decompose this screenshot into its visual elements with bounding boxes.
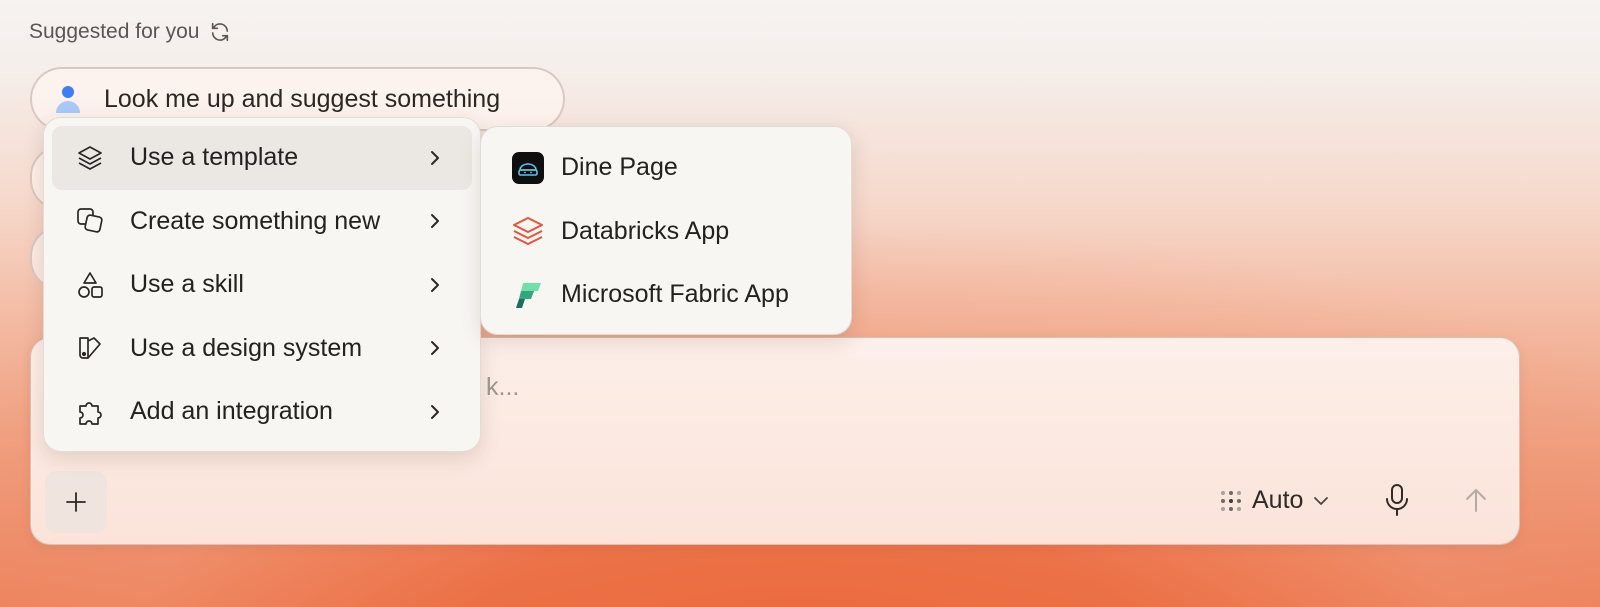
template-item-databricks[interactable]: Databricks App: [481, 200, 851, 264]
template-item-label: Dine Page: [561, 153, 678, 182]
chevron-right-icon: [431, 277, 439, 292]
chevron-right-icon: [431, 341, 439, 356]
shapes-icon: [78, 271, 103, 298]
menu-item-label: Add an integration: [130, 397, 333, 426]
chevron-right-icon: [431, 404, 439, 419]
arrow-up-icon[interactable]: [1460, 484, 1492, 516]
dine-page-logo-icon: [512, 151, 544, 184]
menu-item-design-system[interactable]: Use a design system: [52, 317, 472, 381]
add-menu: Use a template Create something new Use …: [43, 117, 481, 452]
suggestions-heading-label: Suggested for you: [29, 20, 200, 43]
prompt-placeholder: k...: [486, 373, 520, 401]
chevron-right-icon: [431, 150, 439, 165]
menu-item-add-integration[interactable]: Add an integration: [52, 380, 472, 444]
template-item-label: Databricks App: [561, 216, 730, 245]
menu-item-label: Use a skill: [130, 270, 244, 299]
suggestions-heading: Suggested for you: [29, 20, 231, 44]
model-selector[interactable]: Auto: [1220, 486, 1329, 515]
menu-item-use-skill[interactable]: Use a skill: [52, 253, 472, 317]
user-avatar-icon: [56, 86, 80, 113]
copy-squares-icon: [77, 208, 103, 233]
refresh-icon[interactable]: [209, 21, 231, 43]
suggestion-chip-label: Look me up and suggest something: [104, 84, 501, 113]
template-item-label: Microsoft Fabric App: [561, 280, 789, 309]
layers-icon: [78, 145, 102, 170]
menu-item-use-template[interactable]: Use a template: [52, 126, 472, 190]
plus-icon: [66, 492, 86, 512]
menu-item-label: Use a design system: [130, 333, 363, 362]
menu-item-label: Create something new: [130, 206, 381, 235]
add-button[interactable]: [45, 471, 107, 533]
puzzle-icon: [79, 401, 102, 425]
template-item-microsoft-fabric[interactable]: Microsoft Fabric App: [481, 263, 851, 327]
chevron-down-icon: [1314, 496, 1329, 505]
menu-item-create-new[interactable]: Create something new: [52, 190, 472, 254]
chevron-right-icon: [431, 214, 439, 229]
databricks-logo-icon: [513, 217, 543, 246]
microphone-icon[interactable]: [1381, 482, 1413, 518]
template-item-dine-page[interactable]: Dine Page: [481, 136, 851, 200]
microsoft-fabric-logo-icon: [516, 282, 541, 308]
palette-book-icon: [79, 337, 101, 360]
template-submenu: Dine Page Databricks App Microsoft Fabri…: [480, 126, 852, 335]
model-dots-icon: [1221, 490, 1241, 511]
model-selector-label: Auto: [1252, 486, 1304, 514]
menu-item-label: Use a template: [130, 143, 299, 172]
